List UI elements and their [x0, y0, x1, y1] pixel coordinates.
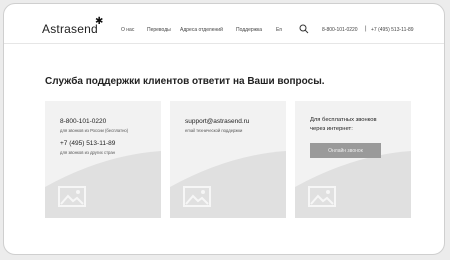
- header-phone-1[interactable]: 8-800-101-0220: [322, 27, 358, 33]
- card-phone-intl-note: для звонков из других стран: [60, 150, 115, 155]
- header-phone-2[interactable]: +7 (495) 513-11-89: [371, 27, 414, 33]
- nav-item-branches[interactable]: Адреса отделений: [180, 27, 223, 33]
- card-email[interactable]: support@astrasend.ru: [185, 118, 249, 125]
- online-call-button[interactable]: Онлайн звонок: [310, 143, 381, 158]
- card-online-text: Для бесплатных звонков: [310, 117, 377, 123]
- contact-card-phone: 8-800-101-0220 для звонков из России (бе…: [45, 101, 161, 218]
- nav-item-support[interactable]: Поддержка: [236, 27, 262, 33]
- card-online-text-2: через интернет:: [310, 126, 353, 132]
- logo[interactable]: Astrasend: [42, 22, 98, 36]
- site-header: Astrasend ✱ О нас Переводы Адреса отделе…: [4, 4, 444, 44]
- search-icon[interactable]: [299, 24, 309, 34]
- contact-card-email: support@astrasend.ru email технической п…: [170, 101, 286, 218]
- card-phone-russia-note: для звонков из России (бесплатно): [60, 128, 129, 133]
- page-frame: Astrasend ✱ О нас Переводы Адреса отделе…: [3, 3, 445, 255]
- nav-item-about[interactable]: О нас: [121, 27, 134, 33]
- card-phone-russia[interactable]: 8-800-101-0220: [60, 118, 106, 125]
- card-email-note: email технической поддержки: [185, 128, 243, 133]
- nav-item-transfers[interactable]: Переводы: [147, 27, 171, 33]
- page-title: Служба поддержки клиентов ответит на Ваш…: [45, 76, 325, 87]
- header-separator: |: [365, 26, 367, 32]
- contact-card-online-call: Для бесплатных звонков через интернет: О…: [295, 101, 411, 218]
- logo-mark-icon: ✱: [95, 16, 104, 27]
- language-switch[interactable]: En: [276, 27, 282, 33]
- card-phone-intl[interactable]: +7 (495) 513-11-89: [60, 140, 115, 147]
